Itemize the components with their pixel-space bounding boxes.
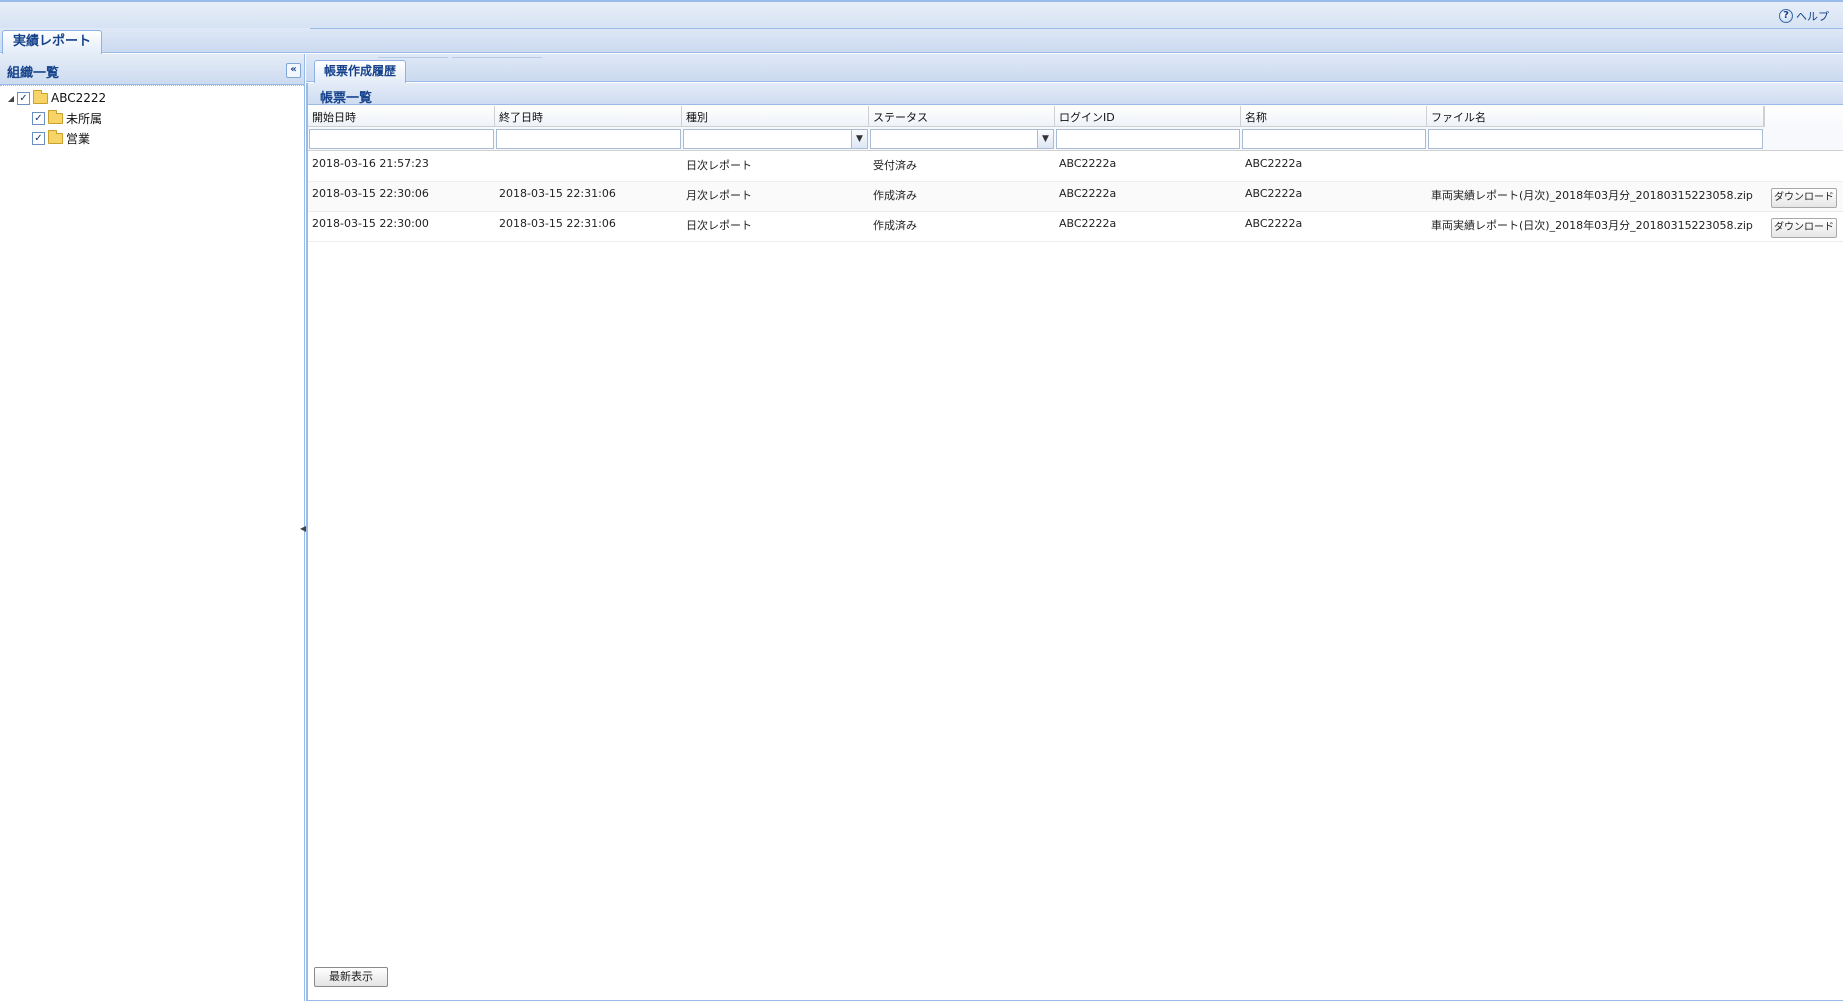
organization-panel: 組織一覧 « ◢ ✓ ABC2222 ✓ 未所属 ✓ 営業 xyxy=(0,54,305,1001)
double-chevron-left-icon[interactable]: « xyxy=(286,63,301,78)
report-history-panel: 帳票作成履歴 帳票一覧 開始日時 終了日時 種別 ステータス ログインID 名称… xyxy=(306,54,1843,1001)
filter-login-id xyxy=(1055,127,1241,151)
cell-type: 日次レポート xyxy=(686,159,752,172)
tree-node-root[interactable]: ◢ ✓ ABC2222 xyxy=(0,88,304,108)
cell-name: ABC2222a xyxy=(1245,217,1303,230)
tree-node-label: 営業 xyxy=(66,131,91,146)
tree-checkbox[interactable]: ✓ xyxy=(32,131,45,145)
filter-start-input[interactable] xyxy=(309,129,494,149)
organization-panel-title: 組織一覧 xyxy=(7,66,60,81)
cell-type: 日次レポート xyxy=(686,219,752,232)
grid-filter-row: ▼ ▼ xyxy=(308,127,1843,151)
help-label: ヘルプ xyxy=(1796,10,1829,23)
tree-node-label: 未所属 xyxy=(66,111,103,126)
filter-type-combo[interactable] xyxy=(683,129,868,149)
cell-status: 作成済み xyxy=(873,219,917,232)
cell-end: 2018-03-15 22:31:06 xyxy=(499,187,616,200)
help-link[interactable]: ? ヘルプ xyxy=(1779,7,1829,25)
table-row[interactable]: 2018-03-15 22:30:06 2018-03-15 22:31:06 … xyxy=(308,182,1843,212)
filter-end xyxy=(495,127,682,151)
folder-icon xyxy=(33,89,48,104)
tab-report-history[interactable]: 帳票作成履歴 xyxy=(314,60,407,83)
filter-file-input[interactable] xyxy=(1428,129,1763,149)
chevron-down-icon[interactable]: ▼ xyxy=(851,129,868,149)
filter-start xyxy=(308,127,495,151)
column-header-login-id[interactable]: ログインID xyxy=(1055,106,1241,127)
filter-name xyxy=(1241,127,1427,151)
help-question-icon: ? xyxy=(1779,9,1793,23)
filter-login-id-input[interactable] xyxy=(1056,129,1240,149)
splitter-collapse-arrow-icon[interactable]: ◀ xyxy=(300,514,306,544)
organization-panel-header: 組織一覧 « xyxy=(0,54,304,85)
cell-name: ABC2222a xyxy=(1245,157,1303,170)
chevron-down-icon[interactable]: ▼ xyxy=(1037,129,1054,149)
cell-login-id: ABC2222a xyxy=(1059,217,1117,230)
tab-strip-ghost xyxy=(452,57,542,60)
cell-file: 車両実績レポート(日次)_2018年03月分_20180315223058.zi… xyxy=(1431,219,1753,232)
tab-performance-report[interactable]: 実績レポート xyxy=(2,30,103,54)
cell-name: ABC2222a xyxy=(1245,187,1303,200)
column-header-file[interactable]: ファイル名 xyxy=(1427,106,1764,127)
cell-file: 車両実績レポート(月次)_2018年03月分_20180315223058.zi… xyxy=(1431,189,1753,202)
cell-start: 2018-03-15 22:30:00 xyxy=(312,217,429,230)
main-tab-strip: 実績レポート xyxy=(0,28,1843,54)
tree-node-child[interactable]: ✓ 未所属 xyxy=(0,108,304,128)
tab-strip-divider xyxy=(310,28,1843,29)
cell-file xyxy=(1427,152,1764,181)
organization-tree: ◢ ✓ ABC2222 ✓ 未所属 ✓ 営業 xyxy=(0,85,304,148)
column-header-start[interactable]: 開始日時 xyxy=(308,106,495,127)
filter-end-input[interactable] xyxy=(496,129,681,149)
column-header-end[interactable]: 終了日時 xyxy=(495,106,682,127)
cell-end: 2018-03-15 22:31:06 xyxy=(499,217,616,230)
cell-login-id: ABC2222a xyxy=(1059,157,1117,170)
column-header-type[interactable]: 種別 xyxy=(682,106,869,127)
table-row[interactable]: 2018-03-15 22:30:00 2018-03-15 22:31:06 … xyxy=(308,212,1843,242)
cell-type: 月次レポート xyxy=(686,189,752,202)
grid-title: 帳票一覧 xyxy=(308,83,1843,106)
cell-login-id: ABC2222a xyxy=(1059,187,1117,200)
cell-start: 2018-03-16 21:57:23 xyxy=(312,157,429,170)
report-grid-panel: 帳票一覧 開始日時 終了日時 種別 ステータス ログインID 名称 ファイル名 … xyxy=(306,83,1843,1001)
download-button[interactable]: ダウンロード xyxy=(1771,188,1837,208)
cell-status: 受付済み xyxy=(873,159,917,172)
expand-triangle-icon[interactable]: ◢ xyxy=(5,94,17,103)
column-header-status[interactable]: ステータス xyxy=(869,106,1055,127)
filter-file xyxy=(1427,127,1764,151)
refresh-button[interactable]: 最新表示 xyxy=(314,967,388,987)
column-header-name[interactable]: 名称 xyxy=(1241,106,1427,127)
filter-name-input[interactable] xyxy=(1242,129,1426,149)
tree-node-child[interactable]: ✓ 営業 xyxy=(0,128,304,148)
filter-type: ▼ xyxy=(682,127,869,151)
tree-checkbox[interactable]: ✓ xyxy=(32,111,45,125)
filter-status: ▼ xyxy=(869,127,1055,151)
download-button[interactable]: ダウンロード xyxy=(1771,218,1837,238)
folder-icon xyxy=(48,129,63,144)
cell-end xyxy=(495,152,682,181)
table-row[interactable]: 2018-03-16 21:57:23 日次レポート 受付済み ABC2222a… xyxy=(308,152,1843,182)
folder-icon xyxy=(48,109,63,124)
cell-status: 作成済み xyxy=(873,189,917,202)
grid-rows: 2018-03-16 21:57:23 日次レポート 受付済み ABC2222a… xyxy=(308,152,1843,242)
tree-node-label: ABC2222 xyxy=(51,91,107,105)
cell-start: 2018-03-15 22:30:06 xyxy=(312,187,429,200)
filter-status-combo[interactable] xyxy=(870,129,1054,149)
tree-checkbox[interactable]: ✓ xyxy=(17,91,30,105)
grid-column-headers: 開始日時 終了日時 種別 ステータス ログインID 名称 ファイル名 xyxy=(308,106,1843,127)
sub-tab-strip: 帳票作成履歴 xyxy=(306,54,1843,83)
top-bar: ? ヘルプ xyxy=(0,0,1843,28)
